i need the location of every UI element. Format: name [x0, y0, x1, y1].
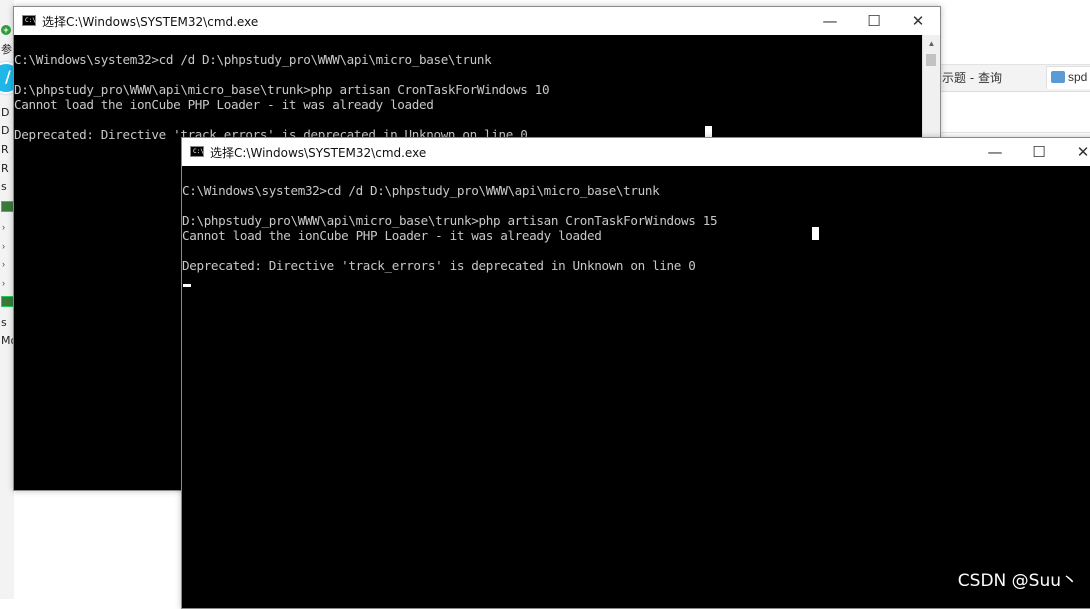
desktop-fragment-text: R: [1, 143, 9, 156]
close-button[interactable]: ✕: [1061, 138, 1090, 166]
console-line: C:\Windows\system32>cd /d D:\phpstudy_pr…: [14, 52, 492, 67]
prompt-cursor: [183, 284, 191, 287]
window-title: 选择C:\Windows\SYSTEM32\cmd.exe: [210, 146, 427, 160]
desktop-fragment-text: R: [1, 162, 9, 175]
minimize-button[interactable]: —: [808, 7, 852, 35]
window-titlebar[interactable]: C:\ 选择C:\Windows\SYSTEM32\cmd.exe — ☐ ✕: [182, 138, 1090, 166]
console-line: D:\phpstudy_pro\WWW\api\micro_base\trunk…: [182, 213, 718, 228]
console-line: Deprecated: Directive 'track_errors' is …: [182, 258, 696, 273]
add-icon: +: [1, 25, 11, 35]
console-output[interactable]: C:\Windows\system32>cd /d D:\phpstudy_pr…: [182, 166, 1090, 608]
background-tab-query[interactable]: 示题 - 查询: [942, 69, 1002, 86]
chevron-right-icon: ›: [2, 278, 5, 288]
console-line: C:\Windows\system32>cd /d D:\phpstudy_pr…: [182, 183, 660, 198]
maximize-button[interactable]: ☐: [852, 7, 896, 35]
minimize-button[interactable]: —: [973, 138, 1017, 166]
chevron-right-icon: ›: [2, 222, 5, 232]
chevron-right-icon: ›: [2, 259, 5, 269]
desktop-fragment-text: s: [1, 316, 7, 329]
desktop-fragment-text: D: [1, 106, 10, 119]
chevron-right-icon: ›: [2, 241, 5, 251]
desktop-fragment-text: 参: [1, 43, 12, 56]
background-tab-spd[interactable]: spd: [1046, 66, 1090, 89]
desktop-background-strip: + 参 / D D R R s › › › › s Mo: [0, 0, 14, 599]
scrollbar-thumb[interactable]: [926, 54, 936, 66]
desktop-fragment-text: s: [1, 180, 7, 193]
desktop-fragment-text: D: [1, 124, 10, 137]
text-cursor: [812, 227, 819, 240]
console-window-front[interactable]: C:\ 选择C:\Windows\SYSTEM32\cmd.exe — ☐ ✕ …: [181, 137, 1090, 609]
divider: [940, 132, 1090, 133]
window-title: 选择C:\Windows\SYSTEM32\cmd.exe: [42, 15, 259, 29]
console-line: D:\phpstudy_pro\WWW\api\micro_base\trunk…: [14, 82, 550, 97]
watermark: CSDN @Suu丶: [957, 571, 1078, 591]
scroll-up-arrow-icon[interactable]: ▲: [923, 35, 940, 52]
close-button[interactable]: ✕: [896, 7, 940, 35]
console-line: Cannot load the ionCube PHP Loader - it …: [182, 228, 602, 243]
console-app-icon: C:\: [22, 15, 36, 26]
document-icon: [1051, 71, 1065, 83]
app-logo-icon: /: [0, 62, 14, 94]
maximize-button[interactable]: ☐: [1017, 138, 1061, 166]
background-browser-area: [940, 0, 1090, 64]
console-line: Cannot load the ionCube PHP Loader - it …: [14, 97, 434, 112]
console-app-icon: C:\: [190, 146, 204, 157]
window-titlebar[interactable]: C:\ 选择C:\Windows\SYSTEM32\cmd.exe — ☐ ✕: [14, 7, 940, 35]
